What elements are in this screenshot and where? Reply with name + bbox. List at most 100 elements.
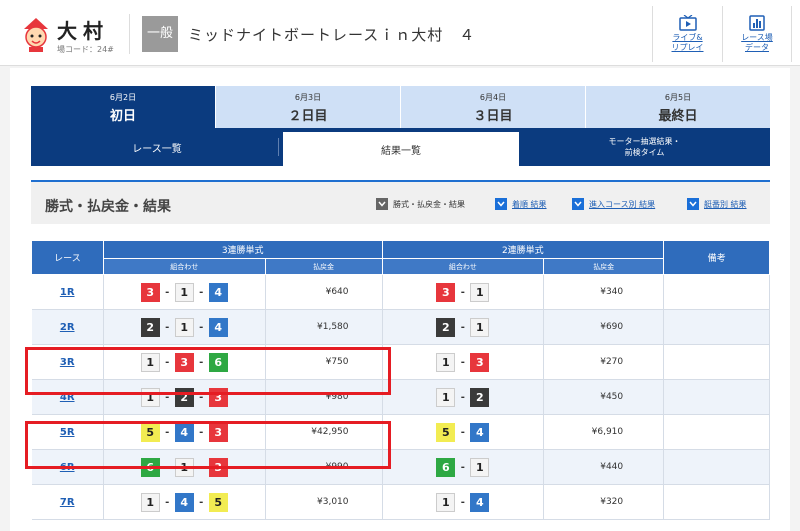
day-tab-date: 6月3日 <box>294 93 322 102</box>
note-cell <box>663 344 770 380</box>
option-payout-results[interactable]: 勝式・払戻金・結果 <box>376 198 465 210</box>
exacta-payout: ¥440 <box>543 449 665 485</box>
trifecta-payout: ¥1,580 <box>265 309 383 345</box>
highlight-box-3r <box>25 347 391 395</box>
data-label-2: データ <box>745 43 769 52</box>
note-cell <box>663 414 770 450</box>
chevron-down-icon <box>687 198 699 210</box>
sub-tabs: レース一覧 結果一覧 モーター抽選結果・ 前検タイム <box>31 128 770 166</box>
dash-separator: - <box>165 496 170 508</box>
dash-separator: - <box>165 286 170 298</box>
exacta-combo: 1-2 <box>382 379 545 415</box>
venue-data-button[interactable]: レース場 データ <box>722 6 792 62</box>
boat-number: 1 <box>140 492 160 512</box>
day-tab-label: ２日目 <box>288 109 328 124</box>
exacta-combo: 1-4 <box>382 484 545 520</box>
day-tab-3[interactable]: 6月4日 ３日目 <box>400 86 585 128</box>
race-cell: 2R <box>31 309 104 345</box>
table-row: 1R 3-1-4 ¥640 3-1 ¥340 <box>31 274 770 310</box>
table-row: 2R 2-1-4 ¥1,580 2-1 ¥690 <box>31 309 770 345</box>
exacta-payout: ¥270 <box>543 344 665 380</box>
trifecta-combo: 2-1-4 <box>103 309 266 345</box>
boat-number: 4 <box>470 492 490 512</box>
option-order-results[interactable]: 着順 結果 <box>495 198 547 210</box>
option-label: 艇番別 結果 <box>704 199 747 209</box>
exacta-payout: ¥690 <box>543 309 665 345</box>
boat-number: 1 <box>174 317 194 337</box>
boat-number: 4 <box>470 422 490 442</box>
col-combo-header: 組合わせ <box>102 258 266 275</box>
day-tab-date: 6月4日 <box>479 93 507 102</box>
day-tab-date: 6月5日 <box>664 93 692 102</box>
tab-results[interactable]: 結果一覧 <box>283 132 519 166</box>
boat-number: 3 <box>436 282 456 302</box>
results-table-body: 1R 3-1-4 ¥640 3-1 ¥340 2R 2-1-4 ¥1,580 2-1 ¥690 3R… <box>31 274 770 520</box>
boat-number: 4 <box>208 282 228 302</box>
dash-separator: - <box>199 321 204 333</box>
dash-separator: - <box>460 461 465 473</box>
boat-number: 5 <box>436 422 456 442</box>
day-tab-label: 最終日 <box>658 109 698 124</box>
tab-motor-line-2: 前検タイム <box>624 148 665 157</box>
boat-number: 2 <box>140 317 160 337</box>
boat-number: 1 <box>470 457 490 477</box>
table-row: 7R 1-4-5 ¥3,010 1-4 ¥320 <box>31 484 770 520</box>
note-cell <box>663 484 770 520</box>
boat-number: 1 <box>436 352 456 372</box>
race-cell: 7R <box>31 484 104 520</box>
boat-number: 2 <box>436 317 456 337</box>
dash-separator: - <box>460 321 465 333</box>
race-title: ミッドナイトボートレースｉｎ大村 ４ <box>188 26 476 44</box>
day-tab-2[interactable]: 6月3日 ２日目 <box>215 86 400 128</box>
boat-number: 4 <box>174 492 194 512</box>
note-cell <box>663 309 770 345</box>
exacta-combo: 6-1 <box>382 449 545 485</box>
boat-number: 1 <box>470 282 490 302</box>
race-cell: 1R <box>31 274 104 310</box>
note-cell <box>663 449 770 485</box>
option-label: 進入コース別 結果 <box>589 199 656 209</box>
tab-motor-results[interactable]: モーター抽選結果・ 前検タイム <box>519 128 770 166</box>
col-trifecta-header: 3連勝単式 <box>102 240 383 259</box>
exacta-payout: ¥320 <box>543 484 665 520</box>
exacta-combo: 2-1 <box>382 309 545 345</box>
race-link[interactable]: 2R <box>60 322 75 333</box>
dash-separator: - <box>460 286 465 298</box>
dash-separator: - <box>460 356 465 368</box>
exacta-payout: ¥6,910 <box>543 414 665 450</box>
race-link[interactable]: 7R <box>60 497 75 508</box>
boat-number: 1 <box>470 317 490 337</box>
race-link[interactable]: 1R <box>60 287 75 298</box>
dash-separator: - <box>460 496 465 508</box>
option-boat-results[interactable]: 艇番別 結果 <box>687 198 747 210</box>
trifecta-payout: ¥3,010 <box>265 484 383 520</box>
tab-motor-line-1: モーター抽選結果・ <box>608 137 681 146</box>
dash-separator: - <box>199 286 204 298</box>
day-tab-4[interactable]: 6月5日 最終日 <box>585 86 770 128</box>
race-grade-badge: 一般 <box>142 16 178 52</box>
day-tab-label: 初日 <box>109 109 136 124</box>
tab-race-list[interactable]: レース一覧 <box>31 128 283 166</box>
live-label-1: ライブ& <box>672 33 703 42</box>
dash-separator: - <box>460 426 465 438</box>
live-replay-button[interactable]: ライブ& リプレイ <box>652 6 722 62</box>
venue-mascot-logo <box>24 18 48 52</box>
data-label-1: レース場 <box>741 33 773 42</box>
day-tab-label: ３日目 <box>473 109 513 124</box>
col-pay-header: 払戻金 <box>264 258 383 275</box>
chevron-down-icon <box>495 198 507 210</box>
bar-chart-icon <box>749 15 765 31</box>
dash-separator: - <box>165 321 170 333</box>
option-label: 勝式・払戻金・結果 <box>393 199 465 209</box>
dash-separator: - <box>199 496 204 508</box>
option-course-results[interactable]: 進入コース別 結果 <box>572 198 655 210</box>
site-header: 大村 場コード：24# 一般 ミッドナイトボートレースｉｎ大村 ４ ライブ& リ… <box>0 0 800 66</box>
exacta-combo: 3-1 <box>382 274 545 310</box>
day-tab-1[interactable]: 6月2日 初日 <box>31 86 215 128</box>
col-note-header: 備考 <box>663 240 770 275</box>
boat-number: 3 <box>140 282 160 302</box>
boat-number: 1 <box>436 387 456 407</box>
tv-icon <box>678 15 697 31</box>
option-label: 着順 結果 <box>512 199 547 209</box>
day-tab-date: 6月2日 <box>109 93 137 102</box>
